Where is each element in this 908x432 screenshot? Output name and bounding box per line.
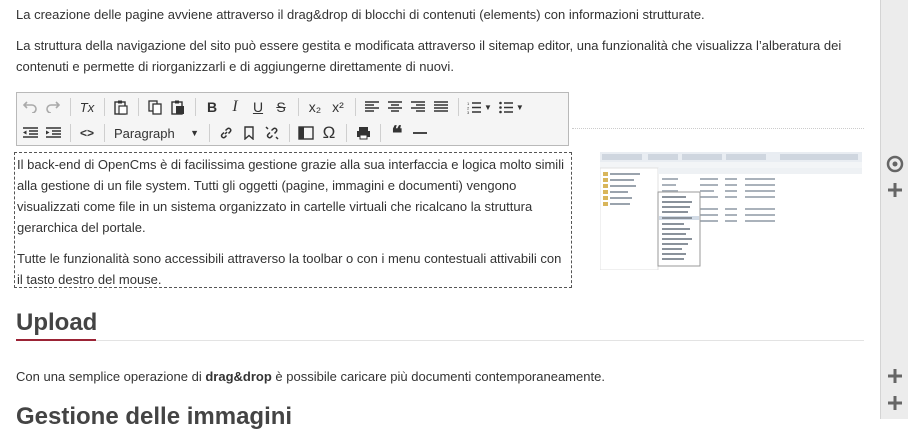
toolbar-separator [346, 124, 347, 142]
toolbar-separator [458, 98, 459, 116]
numbered-list-icon[interactable]: 123 ▼ [464, 96, 495, 118]
upload-text-start: Con una semplice operazione di [16, 369, 206, 384]
bookmark-icon[interactable] [238, 122, 260, 144]
align-right-icon[interactable] [407, 96, 429, 118]
rich-text-editor[interactable]: Il back-end di OpenCms è di facilissima … [14, 152, 572, 288]
intro-paragraph-2-line-1: La struttura della navigazione del sito … [16, 38, 842, 53]
toolbar-separator [195, 98, 196, 116]
workplace-screenshot-image [599, 152, 862, 271]
svg-text:3: 3 [467, 110, 470, 114]
toolbar-separator [104, 124, 105, 142]
blockquote-icon[interactable]: ❝ [386, 122, 408, 145]
divider [572, 128, 864, 129]
align-center-icon[interactable] [384, 96, 406, 118]
target-icon[interactable] [885, 154, 905, 174]
editor-paragraph-2-line-1: Tutte le funzionalità sono accessibili a… [17, 251, 562, 266]
upload-paragraph: Con una semplice operazione di drag&drop… [16, 366, 605, 387]
superscript-icon[interactable]: x² [327, 96, 349, 118]
source-code-icon[interactable]: <> [76, 122, 98, 144]
bullet-list-icon[interactable]: ▼ [496, 96, 527, 118]
toolbar-separator [209, 124, 210, 142]
redo-icon[interactable] [42, 96, 64, 118]
italic-icon[interactable]: I [224, 96, 246, 118]
paste-icon[interactable] [110, 96, 132, 118]
page-content: La creazione delle pagine avviene attrav… [0, 0, 880, 430]
toolbar-row-2: <> Paragraph ▼ Ω ❝ [19, 121, 432, 145]
align-justify-icon[interactable] [430, 96, 452, 118]
bold-icon[interactable]: B [201, 96, 223, 118]
template-icon[interactable] [295, 122, 317, 144]
chevron-down-icon: ▼ [515, 102, 524, 112]
unlink-icon[interactable] [261, 122, 283, 144]
element-controls-gutter [880, 0, 908, 419]
outdent-icon[interactable] [19, 122, 41, 144]
toolbar-separator [380, 124, 381, 142]
upload-text-bold: drag&drop [205, 369, 272, 384]
intro-paragraph-2-line-2: contenuti e permette di riorganizzarli e… [16, 59, 454, 74]
paste-text-icon[interactable] [167, 96, 189, 118]
underline-icon[interactable]: U [247, 96, 269, 118]
editor-toolbar: Tx B I U S x₂ x² 1 2 3 ▼ ▼ <> Paragraph … [16, 92, 569, 146]
toolbar-separator [298, 98, 299, 116]
section-heading-upload: Upload [16, 309, 98, 336]
toolbar-row-1: Tx B I U S x₂ x² 1 2 3 ▼ ▼ [19, 95, 528, 119]
heading-divider [96, 340, 864, 341]
special-char-icon[interactable]: Ω [318, 122, 340, 144]
horizontal-rule-icon[interactable] [409, 122, 431, 144]
indent-icon[interactable] [42, 122, 64, 144]
undo-icon[interactable] [19, 96, 41, 118]
copy-icon[interactable] [144, 96, 166, 118]
section-heading-images: Gestione delle immagini [16, 403, 293, 430]
plus-icon[interactable] [885, 393, 905, 413]
toolbar-separator [138, 98, 139, 116]
plus-icon[interactable] [885, 180, 905, 200]
editor-paragraph-2-line-2: il tasto destro del mouse. [17, 272, 162, 287]
align-left-icon[interactable] [361, 96, 383, 118]
editor-paragraph-1-line-1: Il back-end di OpenCms è di facilissima … [17, 157, 564, 172]
toolbar-separator [104, 98, 105, 116]
upload-text-end: è possibile caricare più documenti conte… [271, 369, 605, 384]
editor-paragraph-1-line-3: visualizzati come file in un sistema org… [17, 199, 533, 214]
editor-paragraph-1-line-4: gerarchica del portale. [17, 220, 146, 235]
strikethrough-icon[interactable]: S [270, 96, 292, 118]
chevron-down-icon: ▼ [484, 102, 492, 112]
clear-format-icon[interactable]: Tx [76, 96, 98, 118]
format-select-value: Paragraph [114, 125, 175, 141]
toolbar-separator [70, 124, 71, 142]
subscript-icon[interactable]: x₂ [304, 96, 326, 118]
toolbar-separator [70, 98, 71, 116]
chevron-down-icon: ▼ [190, 128, 199, 138]
toolbar-separator [355, 98, 356, 116]
toolbar-separator [289, 124, 290, 142]
link-icon[interactable] [215, 122, 237, 144]
heading-accent-underline [16, 339, 96, 341]
format-select[interactable]: Paragraph ▼ [110, 122, 203, 144]
intro-paragraph-1: La creazione delle pagine avviene attrav… [16, 7, 705, 22]
print-icon[interactable] [352, 122, 374, 144]
editor-paragraph-1-line-2: alla gestione di un file system. Tutti g… [17, 178, 517, 193]
plus-icon[interactable] [885, 366, 905, 386]
